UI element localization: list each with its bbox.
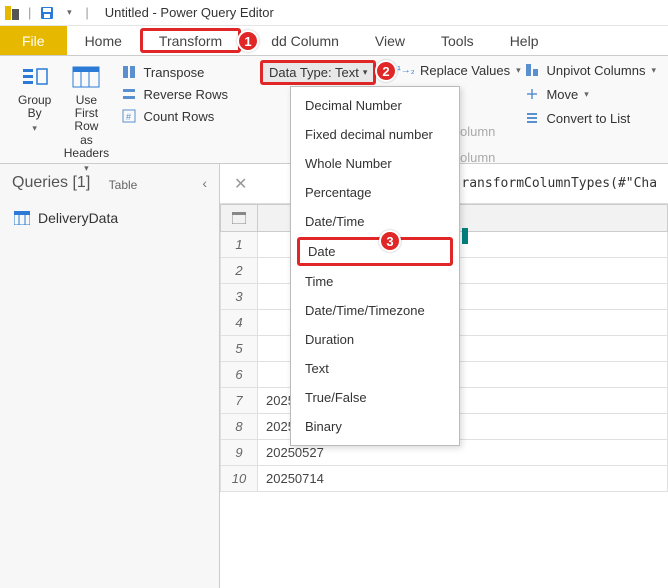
- menu-item-percentage[interactable]: Percentage: [291, 178, 459, 207]
- ribbon-group-table: Group By ▾ Use First Row as Headers ▾ Tr…: [8, 60, 238, 159]
- title-bar: | ▾ | Untitled - Power Query Editor: [0, 0, 668, 26]
- chevron-down-icon: ▾: [363, 67, 368, 78]
- list-icon: [524, 110, 540, 126]
- menu-item-binary[interactable]: Binary: [291, 412, 459, 441]
- data-type-menu: Decimal Number Fixed decimal number Whol…: [290, 86, 460, 446]
- move-button[interactable]: Move ▾: [520, 84, 592, 104]
- hidden-text-olumn1: olumn: [460, 124, 495, 139]
- row-header[interactable]: 1: [220, 232, 258, 258]
- tab-view[interactable]: View: [357, 26, 423, 55]
- row-header[interactable]: 5: [220, 336, 258, 362]
- query-item-deliverydata[interactable]: DeliveryData: [0, 202, 219, 234]
- unpivot-label: Unpivot Columns: [546, 63, 645, 78]
- reverse-rows-button[interactable]: Reverse Rows: [117, 84, 232, 104]
- group-by-icon: [19, 64, 51, 90]
- group-label-table: Table: [109, 178, 138, 194]
- cancel-formula-icon[interactable]: ✕: [228, 174, 253, 194]
- group-by-label: Group By: [18, 94, 51, 120]
- row-header[interactable]: 9: [220, 440, 258, 466]
- table-header-icon: [70, 64, 102, 90]
- ribbon-right-group: Unpivot Columns ▾ Move ▾ Convert to List: [520, 60, 660, 128]
- row-header[interactable]: 8: [220, 414, 258, 440]
- move-label: Move: [546, 87, 578, 102]
- reverse-label: Reverse Rows: [143, 87, 228, 102]
- menu-item-whole-number[interactable]: Whole Number: [291, 149, 459, 178]
- chevron-down-icon: ▾: [584, 89, 589, 100]
- title-separator: |: [85, 5, 88, 20]
- column-selection-indicator: [462, 228, 468, 244]
- row-header-column: 12345678910: [220, 204, 258, 492]
- corner-cell[interactable]: [220, 204, 258, 232]
- qat-dropdown-icon[interactable]: ▾: [61, 5, 77, 21]
- tab-home[interactable]: Home: [67, 26, 140, 55]
- unpivot-icon: [524, 62, 540, 78]
- row-header[interactable]: 4: [220, 310, 258, 336]
- tab-transform[interactable]: Transform: [140, 28, 241, 53]
- reverse-icon: [121, 86, 137, 102]
- replace-values-button[interactable]: ¹→₂ Replace Values ▾: [394, 60, 525, 80]
- chevron-down-icon: ▾: [651, 65, 656, 76]
- group-by-button[interactable]: Group By ▾: [14, 60, 55, 178]
- transpose-icon: [121, 64, 137, 80]
- row-header[interactable]: 7: [220, 388, 258, 414]
- ribbon-partial-middle: ¹→₂ Replace Values ▾: [394, 60, 525, 80]
- replace-label: Replace Values: [420, 63, 510, 78]
- ribbon-tabs: File Home Transform dd Column View Tools…: [0, 26, 668, 56]
- row-header[interactable]: 3: [220, 284, 258, 310]
- menu-item-text[interactable]: Text: [291, 354, 459, 383]
- tab-help[interactable]: Help: [492, 26, 557, 55]
- menu-item-fixed-decimal[interactable]: Fixed decimal number: [291, 120, 459, 149]
- svg-text:#: #: [126, 112, 131, 122]
- count-icon: #: [121, 108, 137, 124]
- callout-badge-1: 1: [237, 30, 259, 52]
- data-type-dropdown-button[interactable]: Data Type: Text ▾: [260, 60, 376, 85]
- convert-to-list-button[interactable]: Convert to List: [520, 108, 634, 128]
- data-cell[interactable]: 20250714: [258, 466, 668, 492]
- menu-item-decimal[interactable]: Decimal Number: [291, 91, 459, 120]
- query-name: DeliveryData: [38, 210, 118, 226]
- hidden-text-olumn2: olumn: [460, 150, 495, 165]
- menu-item-time[interactable]: Time: [291, 267, 459, 296]
- row-header[interactable]: 6: [220, 362, 258, 388]
- row-header[interactable]: 10: [220, 466, 258, 492]
- menu-item-datetime[interactable]: Date/Time: [291, 207, 459, 236]
- tab-file[interactable]: File: [0, 26, 67, 55]
- data-type-label: Data Type: Text: [269, 65, 359, 80]
- transpose-label: Transpose: [143, 65, 204, 80]
- menu-item-duration[interactable]: Duration: [291, 325, 459, 354]
- tab-tools[interactable]: Tools: [423, 26, 492, 55]
- convert-label: Convert to List: [546, 111, 630, 126]
- callout-badge-2: 2: [375, 60, 397, 82]
- chevron-down-icon: ▾: [84, 164, 89, 174]
- menu-item-dtz[interactable]: Date/Time/Timezone: [291, 296, 459, 325]
- callout-badge-3: 3: [379, 230, 401, 252]
- move-icon: [524, 86, 540, 102]
- queries-pane: Queries [1] ‹ DeliveryData: [0, 164, 220, 588]
- document-name: Untitled: [105, 5, 149, 20]
- app-icon: [4, 5, 20, 21]
- use-first-row-button[interactable]: Use First Row as Headers ▾: [59, 60, 113, 178]
- save-icon[interactable]: [39, 5, 55, 21]
- menu-item-date[interactable]: Date: [297, 237, 453, 266]
- unpivot-button[interactable]: Unpivot Columns ▾: [520, 60, 660, 80]
- window-title: Untitled - Power Query Editor: [105, 5, 274, 20]
- app-name: Power Query Editor: [160, 5, 273, 20]
- menu-item-truefalse[interactable]: True/False: [291, 383, 459, 412]
- replace-icon: ¹→₂: [398, 62, 414, 78]
- row-header[interactable]: 2: [220, 258, 258, 284]
- use-first-row-label: Use First Row as Headers: [63, 94, 109, 160]
- table-icon: [14, 211, 30, 225]
- count-label: Count Rows: [143, 109, 214, 124]
- count-rows-button[interactable]: # Count Rows: [117, 106, 232, 126]
- table-icon: [232, 212, 246, 224]
- qat-separator: |: [28, 5, 31, 20]
- chevron-down-icon: ▾: [32, 124, 37, 134]
- transpose-button[interactable]: Transpose: [117, 62, 232, 82]
